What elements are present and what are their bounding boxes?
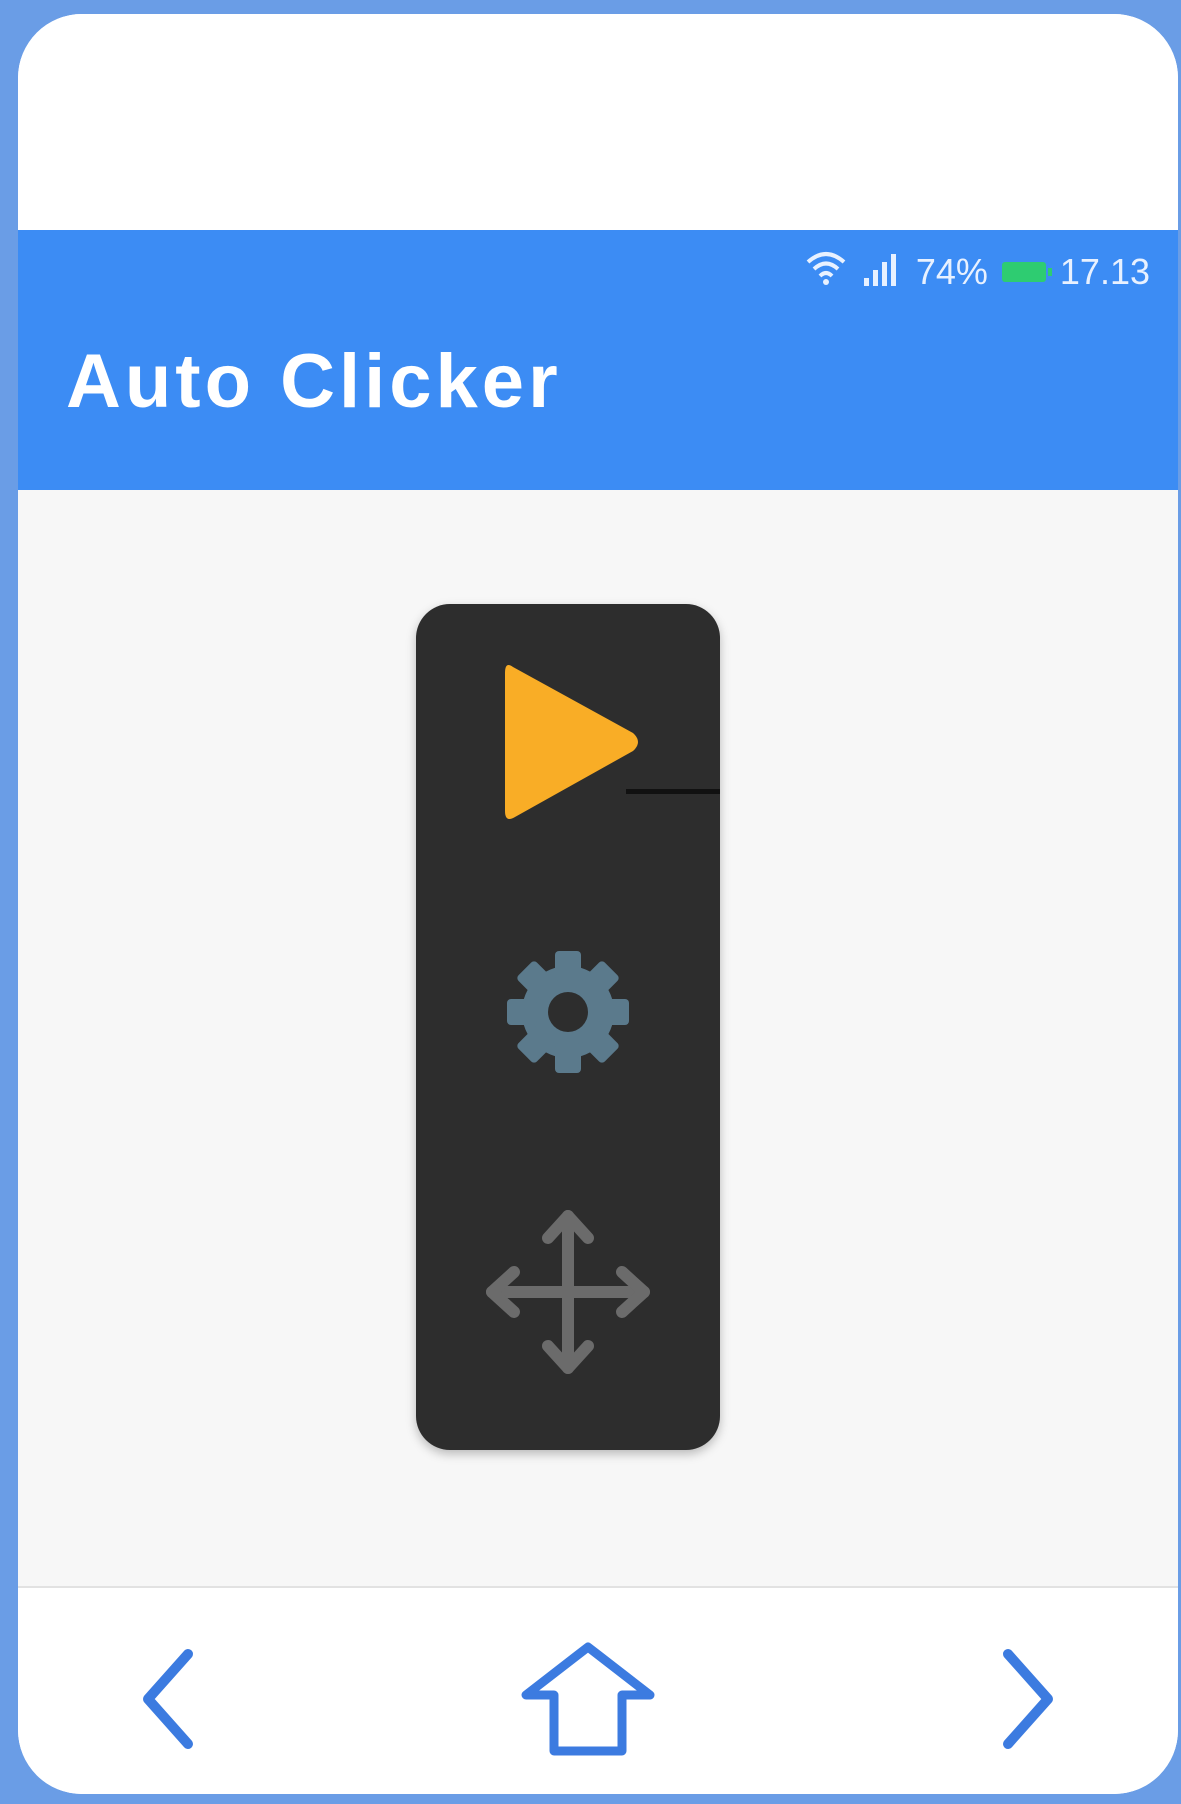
battery-charging-icon	[1001, 262, 1052, 282]
app-bar: 74% 17.13 Auto Clicker	[18, 230, 1178, 490]
app-title: Auto Clicker	[66, 339, 562, 424]
home-arrow-icon	[518, 1639, 658, 1764]
battery-percent: 74%	[915, 251, 988, 292]
move-arrows-icon	[478, 1202, 658, 1387]
play-divider	[626, 789, 720, 794]
back-button[interactable]	[128, 1646, 208, 1756]
floating-control-panel[interactable]	[416, 604, 720, 1450]
play-icon	[483, 647, 653, 842]
status-bar: 74% 17.13	[804, 248, 1150, 296]
home-button[interactable]	[518, 1642, 658, 1756]
forward-button[interactable]	[988, 1646, 1068, 1756]
move-button[interactable]	[416, 1194, 720, 1394]
wifi-icon	[804, 248, 848, 297]
play-button[interactable]	[416, 644, 720, 844]
signal-bars-icon	[862, 250, 902, 295]
settings-button[interactable]	[416, 924, 720, 1104]
top-bezel	[18, 14, 1178, 230]
navigation-bar	[18, 1586, 1178, 1794]
gear-icon	[493, 937, 643, 1092]
phone-screen: 74% 17.13 Auto Clicker	[18, 14, 1178, 1794]
status-time: 17.13	[1059, 251, 1150, 292]
chevron-right-icon	[993, 1644, 1063, 1759]
chevron-left-icon	[133, 1644, 203, 1759]
